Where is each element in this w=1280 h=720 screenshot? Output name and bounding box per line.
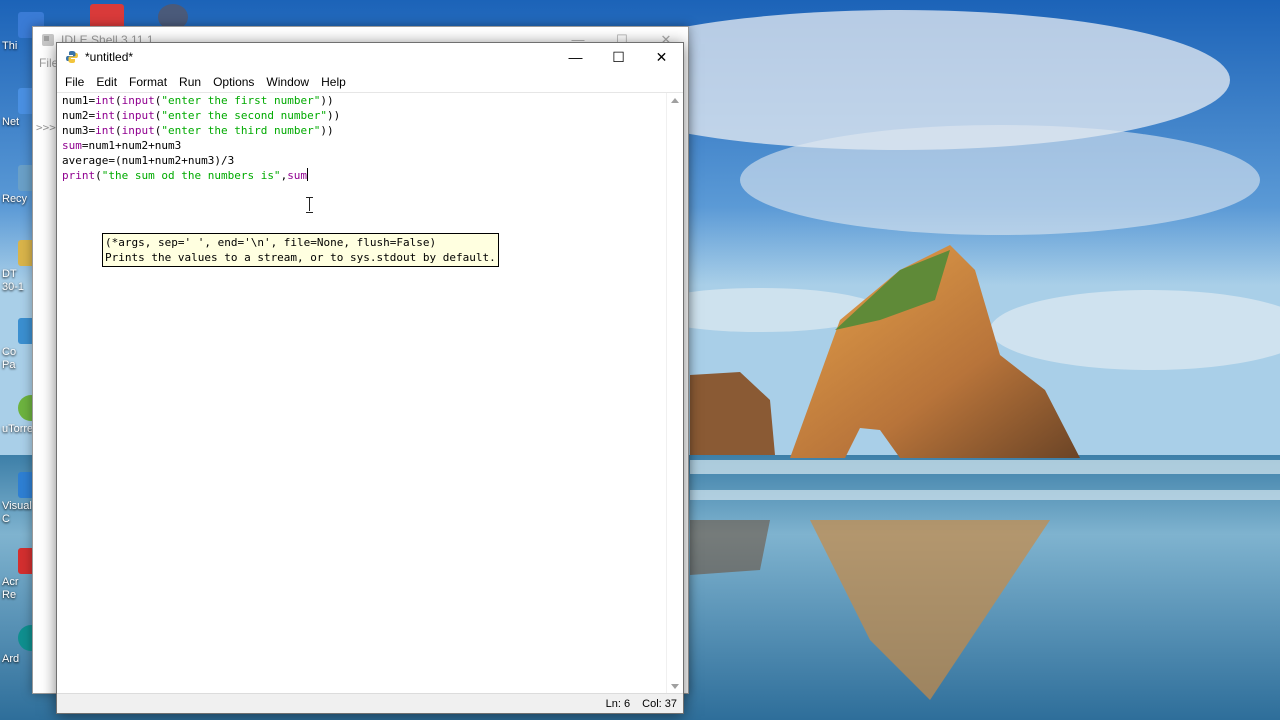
menu-edit[interactable]: Edit: [90, 71, 123, 93]
text-caret: [307, 168, 309, 181]
desktop-icon-label: DT 30-1: [2, 268, 25, 293]
menu-options[interactable]: Options: [207, 71, 260, 93]
desktop-icon-label: uTorre: [2, 423, 34, 435]
desktop-icon-label: Recy: [2, 193, 28, 205]
shell-prompt: >>>: [36, 121, 56, 134]
editor-window-controls: — ☐ ✕: [554, 43, 683, 71]
minimize-button[interactable]: —: [554, 43, 597, 71]
status-line: Ln: 6: [605, 697, 631, 710]
editor-body: num1=int(input("enter the first number")…: [57, 93, 683, 693]
editor-title: *untitled*: [85, 50, 134, 64]
editor-menu-bar: File Edit Format Run Options Window Help: [57, 71, 683, 93]
code-line[interactable]: print("the sum od the numbers is",sum: [62, 168, 663, 183]
code-line[interactable]: average=(num1+num2+num3)/3: [62, 153, 663, 168]
menu-file[interactable]: File: [59, 71, 90, 93]
desktop-icon-label: Thi: [2, 40, 18, 52]
editor-title-bar[interactable]: *untitled* — ☐ ✕: [57, 43, 683, 71]
calltip-tooltip: (*args, sep=' ', end='\n', file=None, fl…: [102, 233, 499, 267]
menu-window[interactable]: Window: [260, 71, 315, 93]
close-button[interactable]: ✕: [640, 43, 683, 71]
vertical-scrollbar[interactable]: [666, 93, 683, 693]
scroll-up-arrow-icon[interactable]: [671, 98, 679, 103]
status-bar: Ln: 6 Col: 37: [57, 693, 683, 713]
calltip-signature: (*args, sep=' ', end='\n', file=None, fl…: [105, 236, 437, 249]
code-line[interactable]: num1=int(input("enter the first number")…: [62, 93, 663, 108]
code-line[interactable]: sum=num1+num2+num3: [62, 138, 663, 153]
text-cursor-ibeam: [306, 197, 313, 213]
scroll-down-arrow-icon[interactable]: [671, 684, 679, 689]
desktop-icon-label: Ard: [2, 653, 20, 665]
python-icon: [66, 51, 78, 63]
idle-editor-window[interactable]: *untitled* — ☐ ✕ File Edit Format Run Op…: [56, 42, 684, 714]
menu-help[interactable]: Help: [315, 71, 352, 93]
menu-format[interactable]: Format: [123, 71, 173, 93]
maximize-button[interactable]: ☐: [597, 43, 640, 71]
python-icon: [42, 34, 54, 46]
status-column: Col: 37: [642, 697, 677, 710]
desktop-icon-label: Visual C: [2, 500, 32, 525]
code-line[interactable]: num3=int(input("enter the third number")…: [62, 123, 663, 138]
calltip-description: Prints the values to a stream, or to sys…: [105, 251, 496, 264]
desktop-icon-label: Acr Re: [2, 576, 19, 601]
menu-run[interactable]: Run: [173, 71, 207, 93]
code-editor-area[interactable]: num1=int(input("enter the first number")…: [62, 93, 663, 693]
desktop-icon-label: Net: [2, 116, 20, 128]
desktop-icon-label: Co Pa: [2, 346, 17, 371]
code-line[interactable]: num2=int(input("enter the second number"…: [62, 108, 663, 123]
